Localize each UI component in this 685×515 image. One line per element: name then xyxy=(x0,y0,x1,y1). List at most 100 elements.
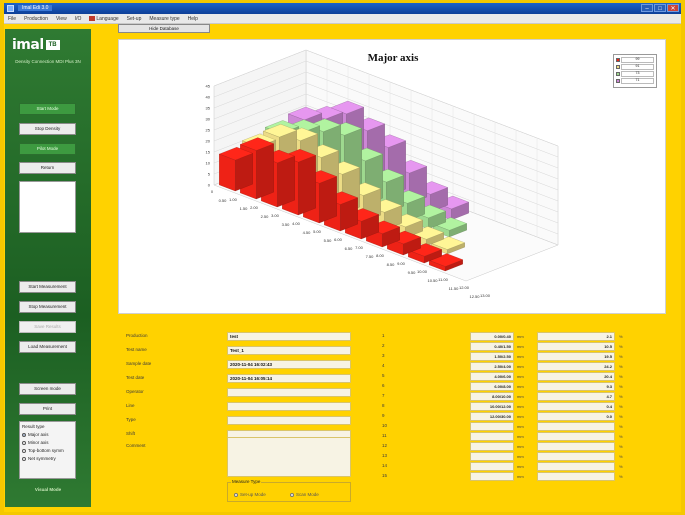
radio-label: Major axis xyxy=(28,432,49,437)
screen-mode-button[interactable]: Screen mode xyxy=(19,383,76,395)
z-tick-label: 25 xyxy=(206,128,211,133)
bar-side xyxy=(298,155,316,216)
menu-file[interactable]: File xyxy=(8,16,16,22)
x-tick-label: 1.50 xyxy=(240,206,249,211)
radio-setup-mode[interactable]: Set-up Mode xyxy=(234,492,266,497)
range-field[interactable] xyxy=(470,452,514,461)
menu-production[interactable]: Production xyxy=(24,16,48,22)
menu-io[interactable]: I/O xyxy=(75,16,82,22)
range-index: 13 xyxy=(382,453,388,458)
range-value-field[interactable] xyxy=(537,422,615,431)
range-value-field[interactable]: 19.5 xyxy=(537,352,615,361)
test-date-field[interactable]: 2020-11-04 16:05:14 xyxy=(227,374,351,383)
radio-label: Net symmetry xyxy=(28,456,56,461)
x-tick-label: 5.00 xyxy=(313,229,322,234)
range-value-field[interactable]: 20.4 xyxy=(537,372,615,381)
radio-scan-mode[interactable]: Scan Mode xyxy=(290,492,319,497)
pilot-mode-button[interactable]: Pilot Mode xyxy=(19,143,76,155)
test-name-field[interactable]: Test_1 xyxy=(227,346,351,355)
radio-major-axis[interactable]: Major axis xyxy=(22,432,73,437)
range-value-field[interactable] xyxy=(537,452,615,461)
hide-database-button[interactable]: Hide Database xyxy=(118,24,210,33)
range-value-field[interactable] xyxy=(537,462,615,471)
comment-field[interactable] xyxy=(227,437,351,477)
menu-language[interactable]: Language xyxy=(89,16,119,22)
range-value-field[interactable]: 4.7 xyxy=(537,392,615,401)
menu-help[interactable]: Help xyxy=(188,16,198,22)
range-field[interactable]: 4.00/6.00 xyxy=(470,372,514,381)
radio-label: Top-bottom symm xyxy=(28,448,64,453)
range-value-field[interactable]: 24.2 xyxy=(537,362,615,371)
radio-minor-axis[interactable]: Minor axis xyxy=(22,440,73,445)
result-type-label: Result type xyxy=(22,424,45,429)
sample-date-field[interactable]: 2020-11-04 16:02:43 xyxy=(227,360,351,369)
x-tick-label: 1.00 xyxy=(229,197,238,202)
x-tick-label: 2.00 xyxy=(250,205,259,210)
bar-front xyxy=(219,153,236,192)
range-field[interactable]: 0.00/0.40 xyxy=(470,332,514,341)
print-button[interactable]: Print xyxy=(19,403,76,415)
start-mode-button[interactable]: Start Mode xyxy=(19,103,76,115)
type-field[interactable] xyxy=(227,416,351,425)
range-field[interactable]: 0.40/1.50 xyxy=(470,342,514,351)
close-button[interactable]: ✕ xyxy=(667,4,679,12)
x-tick-label: 8.50 xyxy=(387,262,396,267)
range-field[interactable]: 6.00/8.00 xyxy=(470,382,514,391)
range-value-field[interactable]: 2.1 xyxy=(537,332,615,341)
start-measurement-button[interactable]: Start Measurement xyxy=(19,281,76,293)
minimize-button[interactable]: – xyxy=(641,4,653,12)
range-index: 5 xyxy=(382,373,385,378)
production-field[interactable]: test xyxy=(227,332,351,341)
range-value-field[interactable]: 10.5 xyxy=(537,342,615,351)
maximize-button[interactable]: □ xyxy=(654,4,666,12)
range-value-field[interactable]: 0.0 xyxy=(537,412,615,421)
stop-measurement-button[interactable]: Stop Measurement xyxy=(19,301,76,313)
range-unit: mm xyxy=(517,374,524,379)
range-field[interactable]: 10.00/12.00 xyxy=(470,402,514,411)
menu-setup[interactable]: Set-up xyxy=(127,16,142,22)
brand-name: imal xyxy=(12,37,44,53)
value-unit: % xyxy=(619,384,623,389)
legend-entry: 99 xyxy=(616,56,654,63)
load-measurement-button[interactable]: Load Measurement xyxy=(19,341,76,353)
radio-selected-icon xyxy=(22,432,26,437)
range-field[interactable]: 12.00/30.00 xyxy=(470,412,514,421)
range-field[interactable]: 1.50/2.50 xyxy=(470,352,514,361)
x-tick-label: 7.00 xyxy=(355,245,364,250)
radio-top-bottom[interactable]: Top-bottom symm xyxy=(22,448,73,453)
range-value-field[interactable]: 9.3 xyxy=(537,382,615,391)
range-field[interactable] xyxy=(470,432,514,441)
legend-swatch xyxy=(616,57,620,62)
radio-icon xyxy=(22,456,26,461)
range-value-field[interactable] xyxy=(537,442,615,451)
range-field[interactable] xyxy=(470,422,514,431)
title-bar: Imal Edi 3.0 – □ ✕ xyxy=(4,3,681,14)
line-field[interactable] xyxy=(227,402,351,411)
x-tick-label: 12.50 xyxy=(469,294,480,299)
stop-density-button[interactable]: Stop Density xyxy=(19,123,76,135)
range-index: 2 xyxy=(382,343,385,348)
menu-measure-type[interactable]: Measure type xyxy=(149,16,179,22)
return-button[interactable]: Return xyxy=(19,162,76,174)
operator-label: Operator xyxy=(126,389,144,394)
range-unit: mm xyxy=(517,364,524,369)
sample-date-label: Sample date xyxy=(126,361,152,366)
range-value-field[interactable] xyxy=(537,432,615,441)
menu-view[interactable]: View xyxy=(56,16,67,22)
radio-net-symmetry[interactable]: Net symmetry xyxy=(22,456,73,461)
save-results-button[interactable]: Save Results xyxy=(19,321,76,333)
x-tick-label: 11.00 xyxy=(438,277,448,282)
range-value-field[interactable]: 0.4 xyxy=(537,402,615,411)
range-field[interactable] xyxy=(470,472,514,481)
range-field[interactable] xyxy=(470,442,514,451)
range-value-field[interactable] xyxy=(537,472,615,481)
x-tick-label: 6.00 xyxy=(334,237,343,242)
range-field[interactable]: 8.00/10.00 xyxy=(470,392,514,401)
chart-legend: 99 91 73 71 xyxy=(613,54,657,88)
window-title: Imal Edi 3.0 xyxy=(18,5,53,11)
menu-bar: File Production View I/O Language Set-up… xyxy=(4,14,681,24)
operator-field[interactable] xyxy=(227,388,351,397)
radio-label: Minor axis xyxy=(28,440,49,445)
range-field[interactable]: 2.50/4.00 xyxy=(470,362,514,371)
range-field[interactable] xyxy=(470,462,514,471)
